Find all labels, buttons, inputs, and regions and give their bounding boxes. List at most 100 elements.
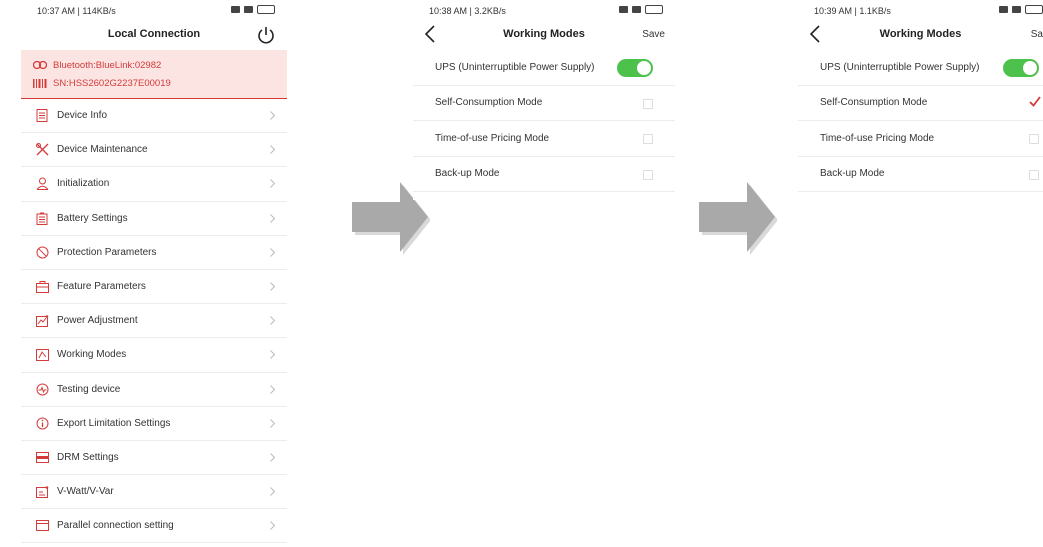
power-adjust-icon xyxy=(35,314,48,327)
chevron-right-icon xyxy=(270,350,275,360)
ups-toggle[interactable] xyxy=(617,59,653,77)
local-connection-screen: 10:37 AM | 114KB/s Local Connection Blue… xyxy=(21,0,287,547)
mode-label: Self-Consumption Mode xyxy=(435,97,543,109)
serial-row: SN:HSS2602G2237E00019 xyxy=(21,74,287,92)
signal-icon xyxy=(1012,6,1021,13)
toggle-knob xyxy=(1023,61,1037,75)
menu-label: V-Watt/V-Var xyxy=(57,486,114,498)
mode-label: Time-of-use Pricing Mode xyxy=(435,132,550,144)
save-button[interactable]: Sa xyxy=(1031,29,1043,40)
menu-label: Initialization xyxy=(57,178,110,190)
status-bar: 10:39 AM | 1.1KB/s xyxy=(798,0,1043,20)
checkmark-icon[interactable] xyxy=(1029,95,1041,107)
self-consumption-checkbox[interactable] xyxy=(643,98,653,109)
chevron-right-icon xyxy=(270,418,275,428)
modes-list: UPS (Uninterruptible Power Supply) Self-… xyxy=(413,50,675,192)
mode-row-self-consumption[interactable]: Self-Consumption Mode xyxy=(798,86,1043,121)
system-icons xyxy=(231,5,275,14)
chevron-right-icon xyxy=(270,316,275,325)
mode-row-time-of-use[interactable]: Time-of-use Pricing Mode xyxy=(798,121,1043,157)
menu-item-device-info[interactable]: Device Info xyxy=(21,99,287,134)
page-title: Local Connection xyxy=(107,28,201,40)
signal-icon xyxy=(632,6,641,13)
mode-row-back-up[interactable]: Back-up Mode xyxy=(798,157,1043,192)
mode-row-self-consumption[interactable]: Self-Consumption Mode xyxy=(413,86,675,121)
working-modes-icon xyxy=(35,348,49,361)
chevron-right-icon xyxy=(270,282,275,291)
system-icons xyxy=(619,5,663,14)
menu-label: Parallel connection setting xyxy=(57,520,174,532)
menu-label: Device Info xyxy=(57,110,108,122)
feature-icon xyxy=(35,280,49,293)
battery-status-icon xyxy=(1025,5,1043,14)
signal-icon xyxy=(619,6,628,13)
bluetooth-label: Bluetooth:BlueLink:02982 xyxy=(53,59,162,71)
status-time: 10:38 AM | 3.2KB/s xyxy=(429,6,506,16)
menu-item-power-adjustment[interactable]: Power Adjustment xyxy=(21,304,287,339)
power-icon[interactable] xyxy=(255,24,277,46)
chevron-right-icon xyxy=(270,213,275,223)
menu-item-parallel-connection-setting[interactable]: Parallel connection setting xyxy=(21,509,287,544)
protection-icon xyxy=(36,246,48,259)
modes-list: UPS (Uninterruptible Power Supply) Self-… xyxy=(798,50,1043,192)
menu-item-feature-parameters[interactable]: Feature Parameters xyxy=(21,270,287,305)
menu-label: Power Adjustment xyxy=(57,315,138,327)
header: Local Connection xyxy=(21,20,287,50)
mode-row-back-up[interactable]: Back-up Mode xyxy=(413,157,675,192)
save-button[interactable]: Save xyxy=(642,29,665,40)
menu-item-device-maintenance[interactable]: Device Maintenance xyxy=(21,133,287,168)
battery-icon xyxy=(36,212,48,225)
menu-label: DRM Settings xyxy=(57,451,119,463)
menu-label: Device Maintenance xyxy=(57,144,148,156)
chevron-right-icon xyxy=(270,179,275,189)
chart-icon xyxy=(35,485,48,498)
link-icon xyxy=(33,61,47,69)
chevron-right-icon xyxy=(270,521,275,531)
mode-label: Time-of-use Pricing Mode xyxy=(820,132,935,144)
system-icons xyxy=(999,5,1043,14)
menu-item-testing-device[interactable]: Testing device xyxy=(21,373,287,407)
info-icon xyxy=(36,417,48,430)
ups-toggle[interactable] xyxy=(1003,59,1039,77)
time-of-use-checkbox[interactable] xyxy=(643,134,653,144)
tools-icon xyxy=(35,143,48,156)
time-of-use-checkbox[interactable] xyxy=(1029,134,1039,144)
menu-label: Testing device xyxy=(57,383,121,395)
menu-label: Protection Parameters xyxy=(57,246,157,258)
menu-item-drm-settings[interactable]: DRM Settings xyxy=(21,441,287,476)
drm-icon xyxy=(35,451,49,463)
menu-item-export-limitation-settings[interactable]: Export Limitation Settings xyxy=(21,407,287,441)
menu-item-working-modes[interactable]: Working Modes xyxy=(21,338,287,373)
working-modes-screen-before: 10:38 AM | 3.2KB/s Working Modes Save UP… xyxy=(413,0,675,200)
menu-item-v-watt-v-var[interactable]: V-Watt/V-Var xyxy=(21,475,287,510)
header: Working Modes Save xyxy=(413,20,675,50)
status-bar: 10:37 AM | 114KB/s xyxy=(21,0,287,20)
status-time: 10:37 AM | 114KB/s xyxy=(37,6,116,16)
page-title: Working Modes xyxy=(879,28,962,40)
menu-label: Export Limitation Settings xyxy=(57,417,171,429)
chevron-right-icon xyxy=(270,384,275,394)
chevron-right-icon xyxy=(270,111,275,120)
battery-status-icon xyxy=(645,5,663,14)
signal-icon xyxy=(231,6,240,13)
menu-item-battery-settings[interactable]: Battery Settings xyxy=(21,202,287,236)
mode-row-ups[interactable]: UPS (Uninterruptible Power Supply) xyxy=(798,50,1043,86)
mode-label: UPS (Uninterruptible Power Supply) xyxy=(435,61,595,73)
mode-row-time-of-use[interactable]: Time-of-use Pricing Mode xyxy=(413,121,675,157)
back-up-checkbox[interactable] xyxy=(643,169,653,180)
user-settings-icon xyxy=(36,177,48,191)
window-icon xyxy=(35,520,49,532)
header: Working Modes Sa xyxy=(798,20,1043,50)
serial-label: SN:HSS2602G2237E00019 xyxy=(53,77,171,89)
chevron-right-icon xyxy=(270,487,275,496)
testing-icon xyxy=(36,383,48,396)
menu-item-initialization[interactable]: Initialization xyxy=(21,167,287,202)
barcode-icon xyxy=(33,78,47,88)
menu-item-protection-parameters[interactable]: Protection Parameters xyxy=(21,236,287,270)
signal-icon xyxy=(244,6,253,13)
back-up-checkbox[interactable] xyxy=(1029,169,1039,180)
mode-label: Back-up Mode xyxy=(435,168,500,180)
mode-label: Self-Consumption Mode xyxy=(820,97,928,109)
connection-info-banner: Bluetooth:BlueLink:02982 SN:HSS2602G2237… xyxy=(21,50,287,99)
mode-row-ups[interactable]: UPS (Uninterruptible Power Supply) xyxy=(413,50,675,86)
